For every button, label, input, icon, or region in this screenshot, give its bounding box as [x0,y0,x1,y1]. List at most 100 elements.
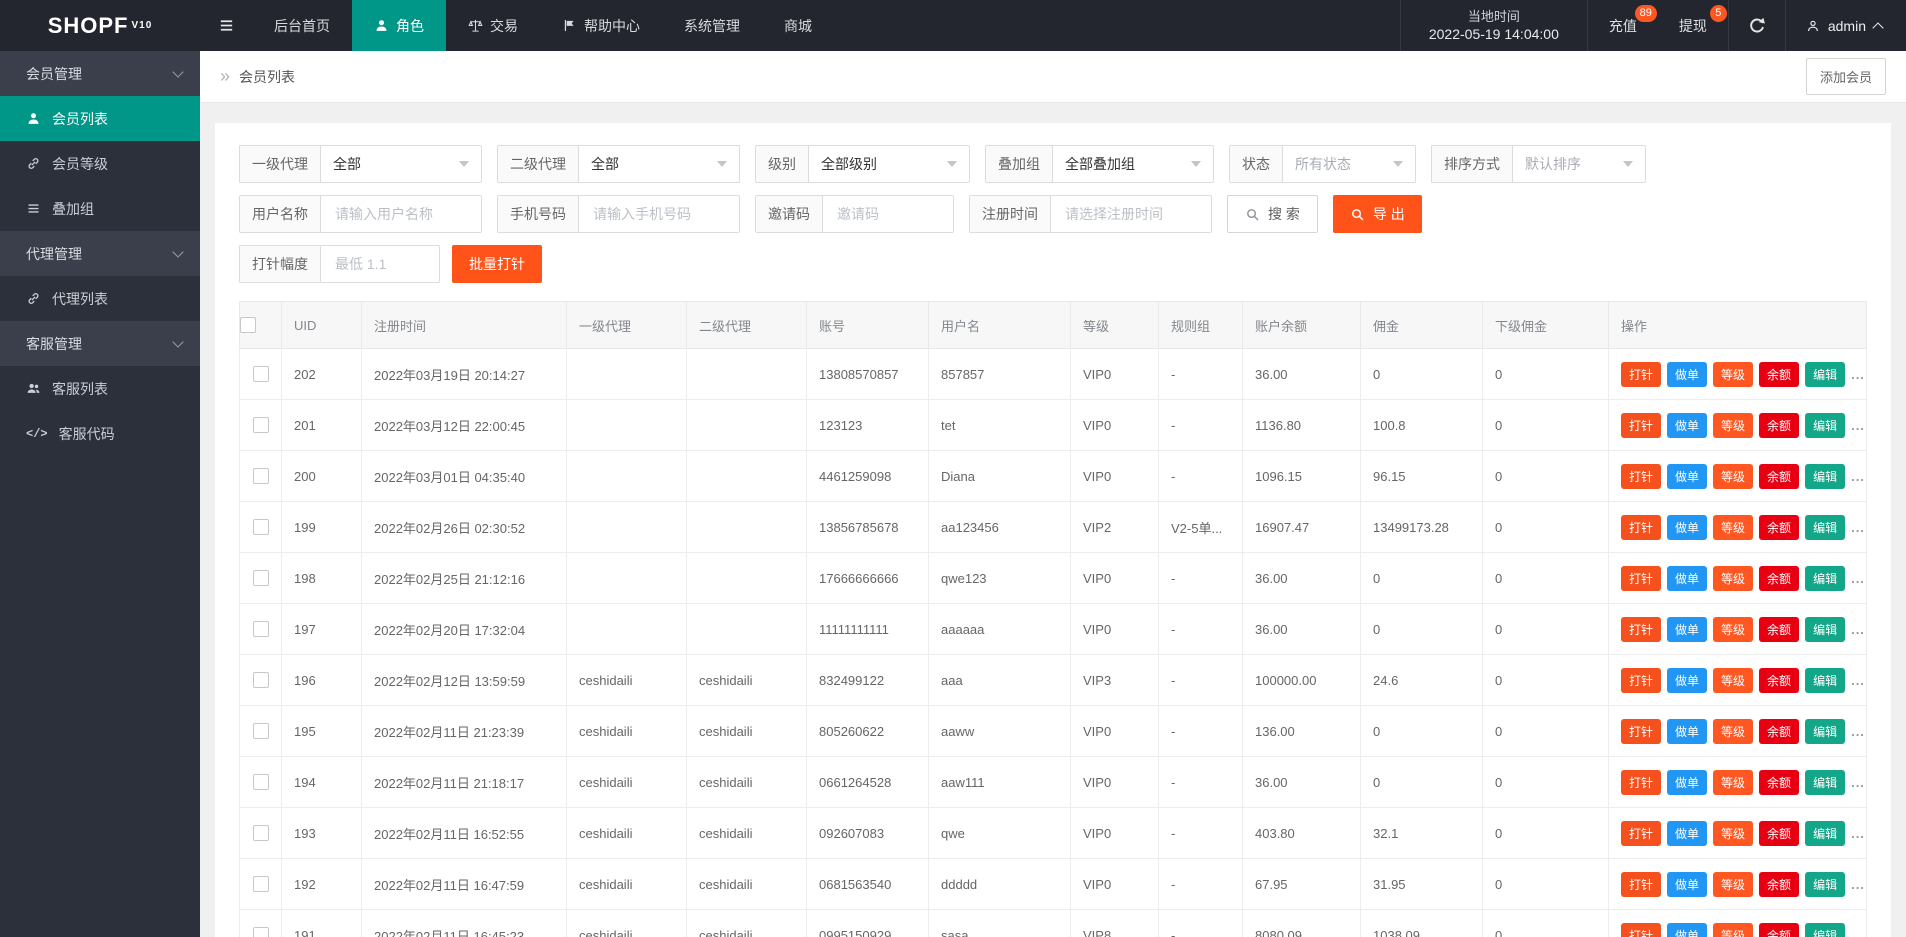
inject-range-input[interactable] [333,255,427,273]
sidebar-group-service-mgmt[interactable]: 客服管理 [0,321,200,366]
row-action-order-button[interactable]: 做单 [1667,922,1708,937]
withdraw-link[interactable]: 提现 5 [1658,0,1728,51]
row-action-inject-button[interactable]: 打针 [1621,922,1662,937]
row-action-balance-button[interactable]: 余额 [1759,718,1800,744]
nav-item-dashboard[interactable]: 后台首页 [252,0,352,51]
row-checkbox[interactable] [252,519,269,536]
row-action-inject-button[interactable]: 打针 [1621,769,1662,795]
recharge-link[interactable]: 充值 89 [1588,0,1658,51]
row-action-order-button[interactable]: 做单 [1667,820,1708,846]
row-action-level-button[interactable]: 等级 [1713,565,1754,591]
row-checkbox[interactable] [252,570,269,587]
row-checkbox[interactable] [252,468,269,485]
row-action-inject-button[interactable]: 打针 [1621,616,1662,642]
row-action-edit-button[interactable]: 编辑 [1805,514,1846,540]
row-action-edit-button[interactable]: 编辑 [1805,616,1846,642]
sidebar-item-member-list[interactable]: 会员列表 [0,96,200,141]
row-action-edit-button[interactable]: 编辑 [1805,871,1846,897]
nav-item-roles[interactable]: 角色 [352,0,446,51]
row-action-order-button[interactable]: 做单 [1667,361,1708,387]
sidebar-item-agent-list[interactable]: 代理列表 [0,276,200,321]
row-checkbox[interactable] [252,825,269,842]
row-checkbox[interactable] [252,672,269,689]
nav-item-mall[interactable]: 商城 [762,0,834,51]
row-action-level-button[interactable]: 等级 [1713,871,1754,897]
row-action-edit-button[interactable]: 编辑 [1805,922,1846,937]
row-action-balance-button[interactable]: 余额 [1759,871,1800,897]
row-action-order-button[interactable]: 做单 [1667,565,1708,591]
row-action-balance-button[interactable]: 余额 [1759,412,1800,438]
row-action-inject-button[interactable]: 打针 [1621,718,1662,744]
user-menu[interactable]: admin [1786,0,1906,51]
row-action-balance-button[interactable]: 余额 [1759,616,1800,642]
row-action-level-button[interactable]: 等级 [1713,718,1754,744]
row-action-level-button[interactable]: 等级 [1713,616,1754,642]
row-action-order-button[interactable]: 做单 [1667,463,1708,489]
row-action-balance-button[interactable]: 余额 [1759,565,1800,591]
filter-agent2-select[interactable]: 全部 [579,146,739,182]
row-action-edit-button[interactable]: 编辑 [1805,361,1846,387]
row-action-edit-button[interactable]: 编辑 [1805,820,1846,846]
row-action-level-button[interactable]: 等级 [1713,820,1754,846]
row-action-order-button[interactable]: 做单 [1667,718,1708,744]
add-member-button[interactable]: 添加会员 [1805,58,1886,95]
row-action-edit-button[interactable]: 编辑 [1805,718,1846,744]
export-button[interactable]: 导 出 [1332,195,1422,233]
search-button[interactable]: 搜 索 [1227,195,1318,233]
row-action-edit-button[interactable]: 编辑 [1805,667,1846,693]
row-action-edit-button[interactable]: 编辑 [1805,412,1846,438]
menu-toggle-icon[interactable] [200,0,252,51]
row-action-order-button[interactable]: 做单 [1667,616,1708,642]
filter-agent1-select[interactable]: 全部 [321,146,481,182]
row-checkbox[interactable] [252,774,269,791]
row-more-actions[interactable]: ... [1851,928,1865,937]
username-input[interactable] [333,205,469,223]
row-action-order-button[interactable]: 做单 [1667,514,1708,540]
row-more-actions[interactable]: ... [1851,724,1865,739]
row-action-level-button[interactable]: 等级 [1713,769,1754,795]
row-more-actions[interactable]: ... [1851,469,1865,484]
row-action-level-button[interactable]: 等级 [1713,463,1754,489]
sidebar-group-member-mgmt[interactable]: 会员管理 [0,51,200,96]
row-action-inject-button[interactable]: 打针 [1621,412,1662,438]
row-more-actions[interactable]: ... [1851,418,1865,433]
row-action-level-button[interactable]: 等级 [1713,361,1754,387]
nav-item-help-center[interactable]: 帮助中心 [540,0,662,51]
row-more-actions[interactable]: ... [1851,775,1865,790]
row-action-balance-button[interactable]: 余额 [1759,769,1800,795]
row-action-inject-button[interactable]: 打针 [1621,820,1662,846]
row-action-edit-button[interactable]: 编辑 [1805,769,1846,795]
row-action-level-button[interactable]: 等级 [1713,412,1754,438]
row-action-level-button[interactable]: 等级 [1713,514,1754,540]
sidebar-group-agent-mgmt[interactable]: 代理管理 [0,231,200,276]
row-more-actions[interactable]: ... [1851,826,1865,841]
register-time-input[interactable] [1063,205,1199,223]
row-action-order-button[interactable]: 做单 [1667,871,1708,897]
row-action-balance-button[interactable]: 余额 [1759,922,1800,937]
row-action-inject-button[interactable]: 打针 [1621,514,1662,540]
sidebar-item-service-list[interactable]: 客服列表 [0,366,200,411]
row-more-actions[interactable]: ... [1851,520,1865,535]
row-action-edit-button[interactable]: 编辑 [1805,565,1846,591]
invite-code-input[interactable] [835,205,941,223]
row-action-inject-button[interactable]: 打针 [1621,463,1662,489]
row-action-inject-button[interactable]: 打针 [1621,667,1662,693]
sidebar-item-service-code[interactable]: </> 客服代码 [0,411,200,456]
row-action-balance-button[interactable]: 余额 [1759,514,1800,540]
filter-stack-group-select[interactable]: 全部叠加组 [1053,146,1213,182]
sidebar-item-member-level[interactable]: 会员等级 [0,141,200,186]
filter-level-select[interactable]: 全部级别 [809,146,969,182]
row-more-actions[interactable]: ... [1851,571,1865,586]
row-checkbox[interactable] [252,417,269,434]
row-action-balance-button[interactable]: 余额 [1759,667,1800,693]
row-action-level-button[interactable]: 等级 [1713,667,1754,693]
select-all-checkbox[interactable] [240,317,256,334]
phone-input[interactable] [591,205,727,223]
row-action-balance-button[interactable]: 余额 [1759,361,1800,387]
row-action-edit-button[interactable]: 编辑 [1805,463,1846,489]
row-checkbox[interactable] [252,927,269,937]
row-more-actions[interactable]: ... [1851,622,1865,637]
row-action-balance-button[interactable]: 余额 [1759,463,1800,489]
row-more-actions[interactable]: ... [1851,367,1865,382]
row-action-balance-button[interactable]: 余额 [1759,820,1800,846]
